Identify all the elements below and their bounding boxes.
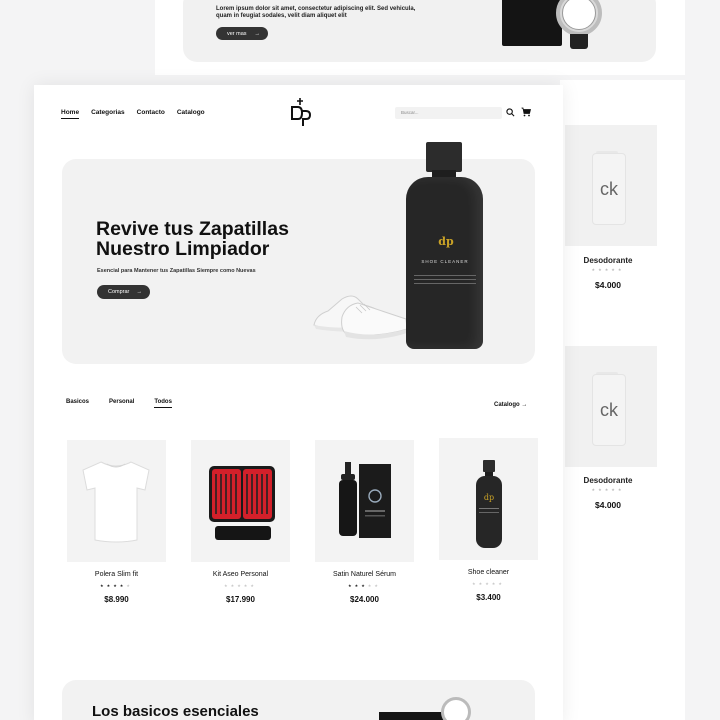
hero-subtitle: Esencial para Mantener tus Zapatillas Si… xyxy=(97,268,256,274)
arrow-right-icon: → xyxy=(136,289,143,295)
deodorant-image: ck xyxy=(592,374,626,446)
comprar-label: Comprar xyxy=(108,289,130,295)
banner-text: Lorem ipsum dolor sit amet, consectetur … xyxy=(216,6,416,19)
comprar-button[interactable]: Comprar → xyxy=(97,285,150,299)
bottle-cap xyxy=(426,142,462,172)
product-price: $8.990 xyxy=(104,595,129,604)
star-icon: ★ xyxy=(485,581,492,586)
grooming-kit-image xyxy=(209,466,275,540)
star-icon: ★ xyxy=(113,583,120,588)
side-product-price: $4.000 xyxy=(595,500,621,510)
deodorant-image: ck xyxy=(592,153,626,225)
shoe-cleaner-image: dp xyxy=(476,460,502,548)
bottle-brand-logo: dp xyxy=(438,235,454,248)
product-card[interactable] xyxy=(67,440,166,562)
deodorant-brand: ck xyxy=(600,178,618,199)
side-product-name[interactable]: Desodorante xyxy=(565,476,651,485)
product-stars: ★★★★★ xyxy=(348,583,381,588)
star-icon: ★ xyxy=(224,583,231,588)
product-rating: ★★★★★ xyxy=(439,581,538,586)
product-stars: ★★★★★ xyxy=(472,581,505,586)
side-product-name[interactable]: Desodorante xyxy=(565,256,651,265)
star-icon: ★ xyxy=(374,583,381,588)
ver-mas-button[interactable]: ver mas → xyxy=(216,27,268,40)
product-name[interactable]: Satin Naturel Sérum xyxy=(315,571,414,578)
svg-text:dp: dp xyxy=(484,493,494,502)
nav-link-catalogo[interactable]: Catalogo xyxy=(177,109,205,119)
star-icon: ★ xyxy=(361,583,368,588)
catalogo-link[interactable]: Catalogo → xyxy=(494,402,527,408)
tab-basicos[interactable]: Basicos xyxy=(66,399,89,408)
product-rating: ★★★★★ xyxy=(191,583,290,588)
ver-mas-label: ver mas xyxy=(227,30,247,37)
cart-icon[interactable] xyxy=(521,107,531,117)
product-name[interactable]: Polera Slim fit xyxy=(67,571,166,578)
product-name[interactable]: Shoe cleaner xyxy=(439,569,538,576)
arrow-right-icon: → xyxy=(254,30,261,37)
brand-logo[interactable] xyxy=(288,97,312,127)
product-card[interactable] xyxy=(191,440,290,562)
basics-title: Los basicos esenciales xyxy=(92,703,259,720)
star-icon: ★ xyxy=(472,581,479,586)
category-tabs: Basicos Personal Todos xyxy=(66,399,172,408)
product-price: $17.990 xyxy=(226,595,255,604)
side-product-stars: ★★★★★ xyxy=(591,487,625,492)
product-rating: ★★★★★ xyxy=(67,583,166,588)
bottle-product-name: SHOE CLEANER xyxy=(421,259,469,264)
star-icon: ★ xyxy=(348,583,355,588)
side-product-stars: ★★★★★ xyxy=(591,267,625,272)
product-stars: ★★★★★ xyxy=(224,583,257,588)
serum-image xyxy=(339,462,391,538)
star-icon: ★ xyxy=(100,583,107,588)
star-icon: ★ xyxy=(237,583,244,588)
bottle-label-text xyxy=(414,275,476,287)
wallet-image xyxy=(379,712,445,720)
tab-todos[interactable]: Todos xyxy=(154,399,172,408)
product-price: $3.400 xyxy=(476,593,501,602)
sneaker-image xyxy=(313,295,408,340)
nav-link-home[interactable]: Home xyxy=(61,109,80,119)
star-icon: ★ xyxy=(250,583,257,588)
nav-link-contacto[interactable]: Contacto xyxy=(137,109,165,119)
hero-title: Revive tus Zapatillas Nuestro Limpiador xyxy=(96,218,289,260)
star-icon: ★ xyxy=(126,583,133,588)
deodorant-brand: ck xyxy=(600,399,618,420)
product-card[interactable]: dp xyxy=(439,438,538,560)
nav-link-categorias[interactable]: Categorias xyxy=(91,109,125,119)
main-nav: Home Categorias Contacto Catalogo xyxy=(61,109,205,119)
tab-personal[interactable]: Personal xyxy=(109,399,134,408)
watch-image xyxy=(441,697,471,720)
tshirt-image xyxy=(82,461,150,543)
search-input[interactable]: Buscar... xyxy=(395,107,502,119)
canvas: Lorem ipsum dolor sit amet, consectetur … xyxy=(0,0,720,720)
product-stars: ★★★★★ xyxy=(100,583,133,588)
watch-strap xyxy=(570,34,588,49)
product-card[interactable] xyxy=(315,440,414,562)
wallet-image xyxy=(502,0,562,46)
search-icon[interactable] xyxy=(506,108,515,117)
side-product-price: $4.000 xyxy=(595,280,621,290)
product-rating: ★★★★★ xyxy=(315,583,414,588)
product-price: $24.000 xyxy=(350,595,379,604)
star-icon: ★ xyxy=(498,581,505,586)
product-name[interactable]: Kit Aseo Personal xyxy=(191,571,290,578)
main-page: Home Categorias Contacto Catalogo Buscar… xyxy=(34,85,563,720)
